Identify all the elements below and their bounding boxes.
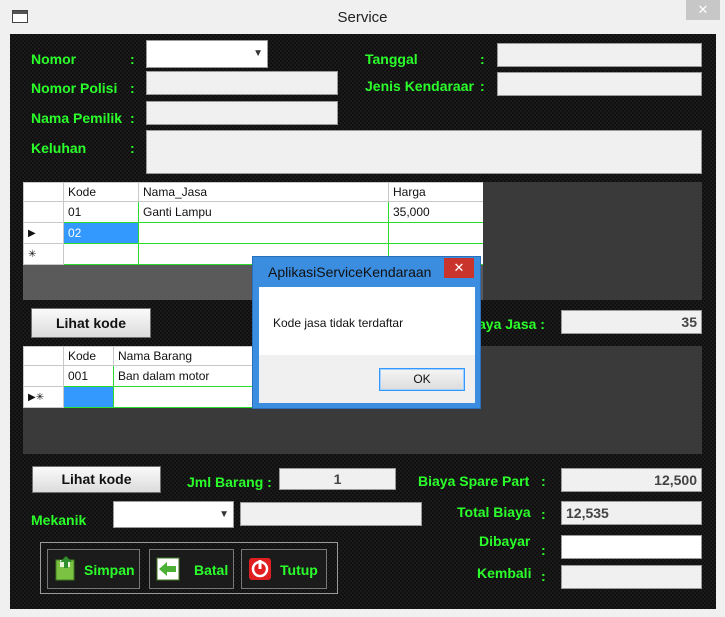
nomor-polisi-colon: :	[130, 80, 135, 96]
cell-harga[interactable]: 35,000	[388, 201, 484, 223]
service-window: Service ✕ Nomor : ▼ Nomor Polisi : Nama …	[0, 0, 725, 617]
simpan-label: Simpan	[84, 562, 135, 578]
biaya-spare-part-label: Biaya Spare Part	[418, 473, 530, 489]
tutup-label: Tutup	[280, 562, 318, 578]
nomor-combo[interactable]: ▼	[146, 40, 268, 68]
dialog-title: AplikasiServiceKendaraan	[268, 264, 432, 280]
table-row[interactable]: 01 Ganti Lampu 35,000	[23, 201, 484, 223]
jenis-kendaraan-colon: :	[480, 78, 485, 94]
kembali-label: Kembali	[477, 565, 532, 581]
cell-kode[interactable]: 02	[63, 222, 139, 244]
cell-harga[interactable]	[388, 222, 484, 244]
new-row-arrow-asterisk-icon[interactable]: ▶✳	[23, 386, 64, 408]
lihat-kode-barang-button[interactable]: Lihat kode	[32, 466, 161, 493]
row-indicator[interactable]	[23, 201, 64, 223]
nama-pemilik-label: Nama Pemilik	[31, 110, 123, 126]
nomor-polisi-field[interactable]	[146, 71, 338, 95]
column-header-kode[interactable]: Kode	[63, 182, 139, 202]
ok-button[interactable]: OK	[379, 368, 465, 391]
new-row-asterisk-icon[interactable]: ✳	[23, 243, 64, 265]
nomor-polisi-label: Nomor Polisi	[31, 80, 118, 96]
biaya-jasa-label: aya Jasa :	[478, 316, 545, 332]
action-button-group: Simpan Batal Tutup	[40, 542, 338, 594]
batal-button[interactable]: Batal	[149, 549, 234, 589]
biaya-spare-part-field[interactable]: 12,500	[561, 468, 702, 492]
tanggal-label: Tanggal	[365, 51, 418, 67]
dibayar-colon: :	[541, 542, 546, 558]
window-close-button[interactable]: ✕	[686, 0, 720, 20]
nama-pemilik-field[interactable]	[146, 101, 338, 125]
jenis-kendaraan-field[interactable]	[497, 72, 702, 96]
dialog-footer: OK	[259, 355, 475, 403]
cell-nama-jasa[interactable]	[138, 222, 389, 244]
save-icon	[55, 556, 75, 581]
cell-kode[interactable]: 01	[63, 201, 139, 223]
mekanik-name-field[interactable]	[240, 502, 422, 526]
simpan-button[interactable]: Simpan	[47, 549, 140, 589]
dialog-close-button[interactable]: ✕	[444, 258, 474, 278]
tanggal-field[interactable]	[497, 43, 702, 67]
cell-kode[interactable]	[63, 243, 139, 265]
dibayar-label: Dibayar	[479, 533, 531, 549]
table-row[interactable]: 001 Ban dalam motor	[23, 365, 254, 387]
jml-barang-field[interactable]: 1	[279, 468, 396, 490]
back-arrow-icon	[156, 557, 180, 581]
tutup-button[interactable]: Tutup	[241, 549, 327, 589]
row-indicator[interactable]	[23, 365, 64, 387]
column-header-harga[interactable]: Harga	[388, 182, 484, 202]
column-header-nama-barang[interactable]: Nama Barang	[113, 346, 254, 366]
mekanik-label: Mekanik	[31, 512, 87, 528]
barang-grid-table: Kode Nama Barang 001 Ban dalam motor ▶✳	[23, 346, 254, 408]
window-title: Service	[337, 9, 388, 26]
nomor-colon: :	[130, 51, 135, 67]
title-bar: Service ✕	[0, 0, 725, 34]
cell-kode[interactable]	[63, 386, 114, 408]
keluhan-colon: :	[130, 140, 135, 156]
chevron-down-icon[interactable]: ▼	[219, 509, 229, 521]
keluhan-field[interactable]	[146, 130, 702, 174]
lihat-kode-jasa-button[interactable]: Lihat kode	[31, 308, 151, 338]
jasa-grid-header-row: Kode Nama_Jasa Harga	[23, 182, 484, 202]
cell-nama-barang[interactable]	[113, 386, 254, 408]
power-icon	[249, 558, 271, 580]
dialog-body: Kode jasa tidak terdaftar	[259, 287, 475, 355]
total-biaya-colon: :	[541, 506, 546, 522]
table-row[interactable]: ▶ 02	[23, 222, 484, 244]
row-header-corner	[23, 182, 64, 202]
jasa-grid-table: Kode Nama_Jasa Harga 01 Ganti Lampu 35,0…	[23, 182, 484, 265]
cell-nama-jasa[interactable]: Ganti Lampu	[138, 201, 389, 223]
jml-barang-label: Jml Barang :	[187, 474, 272, 490]
tanggal-colon: :	[480, 51, 485, 67]
message-dialog: AplikasiServiceKendaraan ✕ Kode jasa tid…	[252, 256, 481, 409]
jenis-kendaraan-label: Jenis Kendaraar	[365, 78, 474, 94]
batal-label: Batal	[194, 562, 229, 578]
kembali-colon: :	[541, 568, 546, 584]
current-row-arrow-icon[interactable]: ▶	[23, 222, 64, 244]
total-biaya-field[interactable]: 12,535	[561, 501, 702, 525]
keluhan-label: Keluhan	[31, 140, 87, 156]
biaya-jasa-field[interactable]: 35	[561, 310, 702, 334]
biaya-spare-part-colon: :	[541, 473, 546, 489]
table-row[interactable]: ▶✳	[23, 386, 254, 408]
cell-nama-barang[interactable]: Ban dalam motor	[113, 365, 254, 387]
barang-grid-header-row: Kode Nama Barang	[23, 346, 254, 366]
nomor-label: Nomor	[31, 51, 77, 67]
mekanik-combo[interactable]: ▼	[113, 501, 234, 528]
nama-pemilik-colon: :	[130, 110, 135, 126]
chevron-down-icon[interactable]: ▼	[253, 48, 263, 60]
column-header-nama-jasa[interactable]: Nama_Jasa	[138, 182, 389, 202]
row-header-corner	[23, 346, 64, 366]
total-biaya-label: Total Biaya	[457, 504, 531, 520]
kembali-field[interactable]	[561, 565, 702, 589]
jasa-grid-empty-area	[483, 182, 702, 300]
dialog-message: Kode jasa tidak terdaftar	[273, 316, 404, 330]
dibayar-field[interactable]	[561, 535, 702, 559]
column-header-kode[interactable]: Kode	[63, 346, 114, 366]
cell-kode[interactable]: 001	[63, 365, 114, 387]
